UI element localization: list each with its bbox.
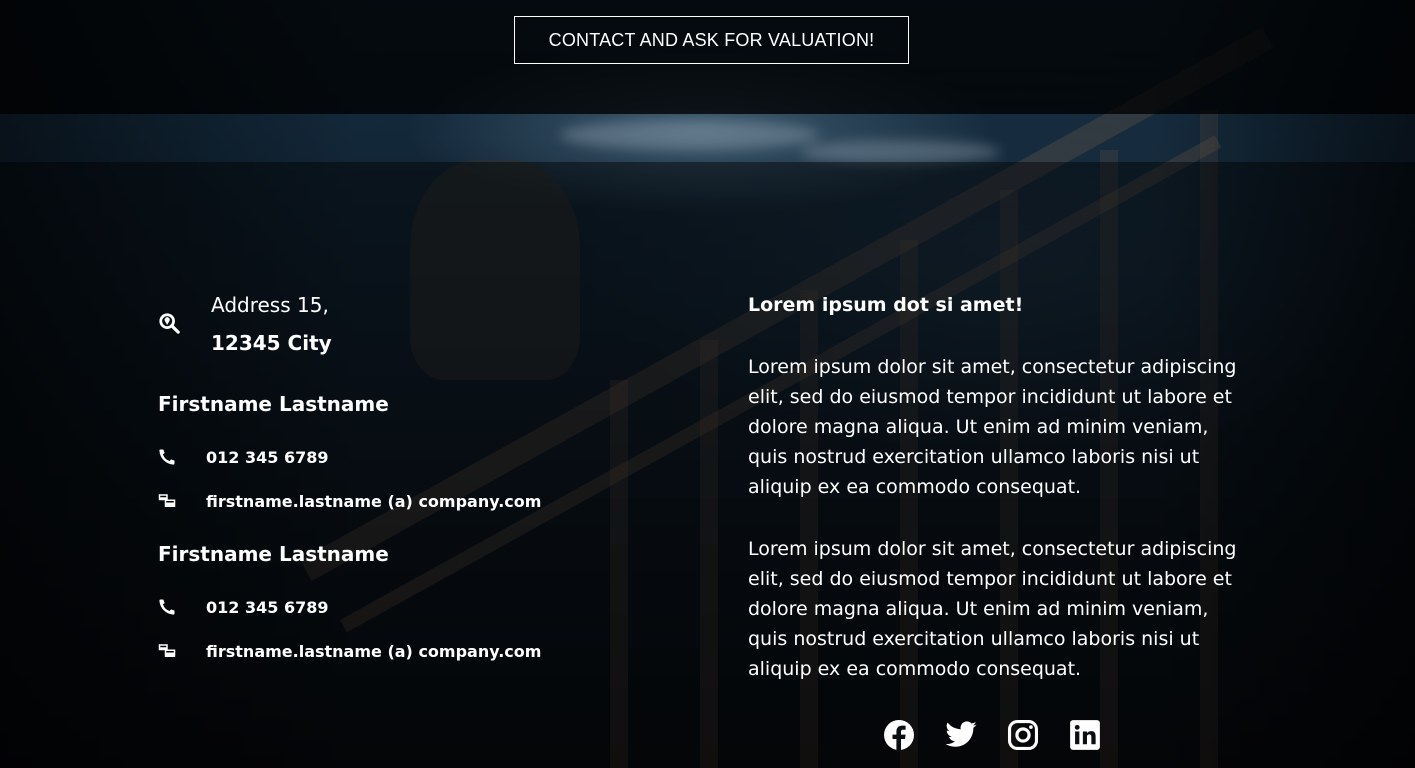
search-location-icon xyxy=(158,312,180,334)
phone-icon xyxy=(158,598,176,616)
address-street: Address 15, xyxy=(211,293,329,317)
contact-email[interactable]: firstname.lastname (a) company.com xyxy=(206,642,541,662)
instagram-icon[interactable] xyxy=(1006,718,1040,752)
contact-phone[interactable]: 012 345 6789 xyxy=(206,598,328,618)
contact-name: Firstname Lastname xyxy=(158,392,389,416)
contact-info: Address 15, 12345 City Firstname Lastnam… xyxy=(158,290,618,661)
address-block: Address 15, 12345 City xyxy=(158,290,618,370)
about-paragraph: Lorem ipsum dolor sit amet, consectetur … xyxy=(748,538,1237,680)
contact-phone[interactable]: 012 345 6789 xyxy=(206,448,328,468)
contact-email-row[interactable]: firstname.lastname (a) company.com xyxy=(158,642,618,666)
facebook-icon[interactable] xyxy=(882,718,916,752)
twitter-icon[interactable] xyxy=(944,718,978,752)
social-links xyxy=(882,718,1102,752)
contact-phone-row[interactable]: 012 345 6789 xyxy=(158,448,618,472)
cta-strip xyxy=(0,114,1415,162)
about-heading: Lorem ipsum dot si amet! xyxy=(748,294,1024,316)
contact-phone-row[interactable]: 012 345 6789 xyxy=(158,598,618,622)
linkedin-icon[interactable] xyxy=(1068,718,1102,752)
phone-icon xyxy=(158,448,176,466)
mail-bulk-icon xyxy=(158,492,176,510)
contact-name: Firstname Lastname xyxy=(158,542,389,566)
contact-email-row[interactable]: firstname.lastname (a) company.com xyxy=(158,492,618,516)
mail-bulk-icon xyxy=(158,642,176,660)
about-text: Lorem ipsum dot si amet! Lorem ipsum dol… xyxy=(748,290,1248,716)
address-city: 12345 City xyxy=(211,331,332,355)
about-paragraph: Lorem ipsum dolor sit amet, consectetur … xyxy=(748,356,1237,498)
contact-valuation-button[interactable]: CONTACT AND ASK FOR VALUATION! xyxy=(514,16,909,64)
contact-email[interactable]: firstname.lastname (a) company.com xyxy=(206,492,541,512)
